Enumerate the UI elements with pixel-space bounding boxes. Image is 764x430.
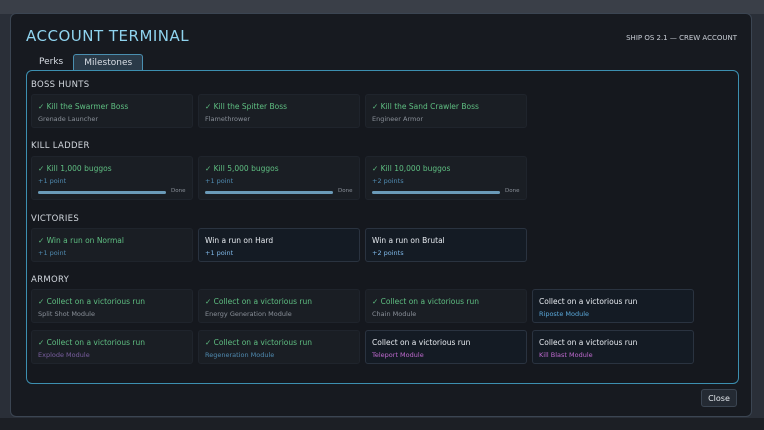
milestone-reward: Chain Module — [372, 310, 417, 318]
section-title-victories: VICTORIES — [31, 214, 80, 224]
milestone-card[interactable]: Collect on a victorious run Kill Blast M… — [532, 330, 694, 364]
milestone-reward: +1 point — [38, 249, 67, 257]
milestone-title: Collect on a victorious run — [539, 338, 638, 347]
tab-perks[interactable]: Perks — [29, 54, 73, 71]
progress-fill — [205, 191, 333, 194]
account-terminal-window: ACCOUNT TERMINAL SHIP OS 2.1 — CREW ACCO… — [10, 13, 752, 417]
milestone-title: ✓ Kill 5,000 buggos — [205, 164, 279, 173]
milestone-title: ✓ Kill the Spitter Boss — [205, 102, 288, 111]
milestone-reward: Regeneration Module — [205, 351, 275, 359]
milestone-reward: Explode Module — [38, 351, 90, 359]
milestone-card[interactable]: ✓ Win a run on Normal +1 point — [31, 228, 193, 262]
milestones-panel: BOSS HUNTS ✓ Kill the Swarmer Boss Grena… — [26, 70, 739, 384]
milestone-card[interactable]: ✓ Collect on a victorious run Regenerati… — [198, 330, 360, 364]
milestone-reward: Engineer Armor — [372, 115, 424, 123]
milestone-title: ✓ Collect on a victorious run — [38, 338, 145, 347]
milestone-reward: Teleport Module — [372, 351, 424, 359]
milestone-card[interactable]: ✓ Collect on a victorious run Energy Gen… — [198, 289, 360, 323]
milestone-reward: Flamethrower — [205, 115, 251, 123]
milestone-reward: Energy Generation Module — [205, 310, 292, 318]
section-title-kill-ladder: KILL LADDER — [31, 141, 90, 151]
section-title-armory: ARMORY — [31, 275, 70, 285]
window-title: ACCOUNT TERMINAL — [26, 27, 190, 45]
milestone-reward: Riposte Module — [539, 310, 590, 318]
milestone-reward: Grenade Launcher — [38, 115, 99, 123]
progress-fill — [372, 191, 500, 194]
background-top — [0, 0, 764, 14]
milestone-card[interactable]: ✓ Collect on a victorious run Chain Modu… — [365, 289, 527, 323]
milestone-card[interactable]: ✓ Kill 1,000 buggos +1 point Done — [31, 156, 193, 200]
section-title-boss-hunts: BOSS HUNTS — [31, 80, 90, 90]
milestone-title: ✓ Kill 10,000 buggos — [372, 164, 451, 173]
milestone-reward: +1 point — [205, 249, 234, 257]
milestone-reward: +1 point — [205, 177, 234, 185]
milestone-reward: Split Shot Module — [38, 310, 95, 318]
milestone-title: ✓ Collect on a victorious run — [205, 338, 312, 347]
progress-bar — [38, 191, 166, 194]
milestone-reward: +1 point — [38, 177, 67, 185]
progress-bar — [372, 191, 500, 194]
milestone-card[interactable]: ✓ Kill 5,000 buggos +1 point Done — [198, 156, 360, 200]
milestone-reward: +2 points — [372, 177, 404, 185]
milestone-title: Win a run on Brutal — [372, 236, 445, 245]
milestone-title: ✓ Collect on a victorious run — [205, 297, 312, 306]
milestone-title: Win a run on Hard — [205, 236, 274, 245]
progress-label: Done — [171, 188, 186, 194]
background-bottom — [0, 418, 764, 430]
milestone-title: ✓ Collect on a victorious run — [372, 297, 479, 306]
milestone-reward: +2 points — [372, 249, 404, 257]
window-subtitle: SHIP OS 2.1 — CREW ACCOUNT — [626, 34, 737, 42]
milestone-title: ✓ Collect on a victorious run — [38, 297, 145, 306]
milestone-title: Collect on a victorious run — [372, 338, 471, 347]
tab-milestones[interactable]: Milestones — [73, 54, 144, 71]
milestone-card[interactable]: Win a run on Hard +1 point — [198, 228, 360, 262]
milestone-title: ✓ Kill the Sand Crawler Boss — [372, 102, 479, 111]
milestone-card[interactable]: ✓ Collect on a victorious run Explode Mo… — [31, 330, 193, 364]
close-button[interactable]: Close — [701, 389, 737, 407]
milestone-card[interactable]: ✓ Kill the Swarmer Boss Grenade Launcher — [31, 94, 193, 128]
milestone-reward: Kill Blast Module — [539, 351, 593, 359]
milestone-title: Collect on a victorious run — [539, 297, 638, 306]
progress-bar — [205, 191, 333, 194]
milestone-card[interactable]: Win a run on Brutal +2 points — [365, 228, 527, 262]
milestone-card[interactable]: ✓ Kill the Spitter Boss Flamethrower — [198, 94, 360, 128]
milestone-title: ✓ Win a run on Normal — [38, 236, 124, 245]
milestone-title: ✓ Kill 1,000 buggos — [38, 164, 112, 173]
milestone-card[interactable]: ✓ Kill 10,000 buggos +2 points Done — [365, 156, 527, 200]
milestone-title: ✓ Kill the Swarmer Boss — [38, 102, 129, 111]
milestone-card[interactable]: Collect on a victorious run Riposte Modu… — [532, 289, 694, 323]
progress-label: Done — [505, 188, 520, 194]
progress-label: Done — [338, 188, 353, 194]
progress-fill — [38, 191, 166, 194]
milestone-card[interactable]: ✓ Collect on a victorious run Split Shot… — [31, 289, 193, 323]
milestone-card[interactable]: ✓ Kill the Sand Crawler Boss Engineer Ar… — [365, 94, 527, 128]
milestone-card[interactable]: Collect on a victorious run Teleport Mod… — [365, 330, 527, 364]
